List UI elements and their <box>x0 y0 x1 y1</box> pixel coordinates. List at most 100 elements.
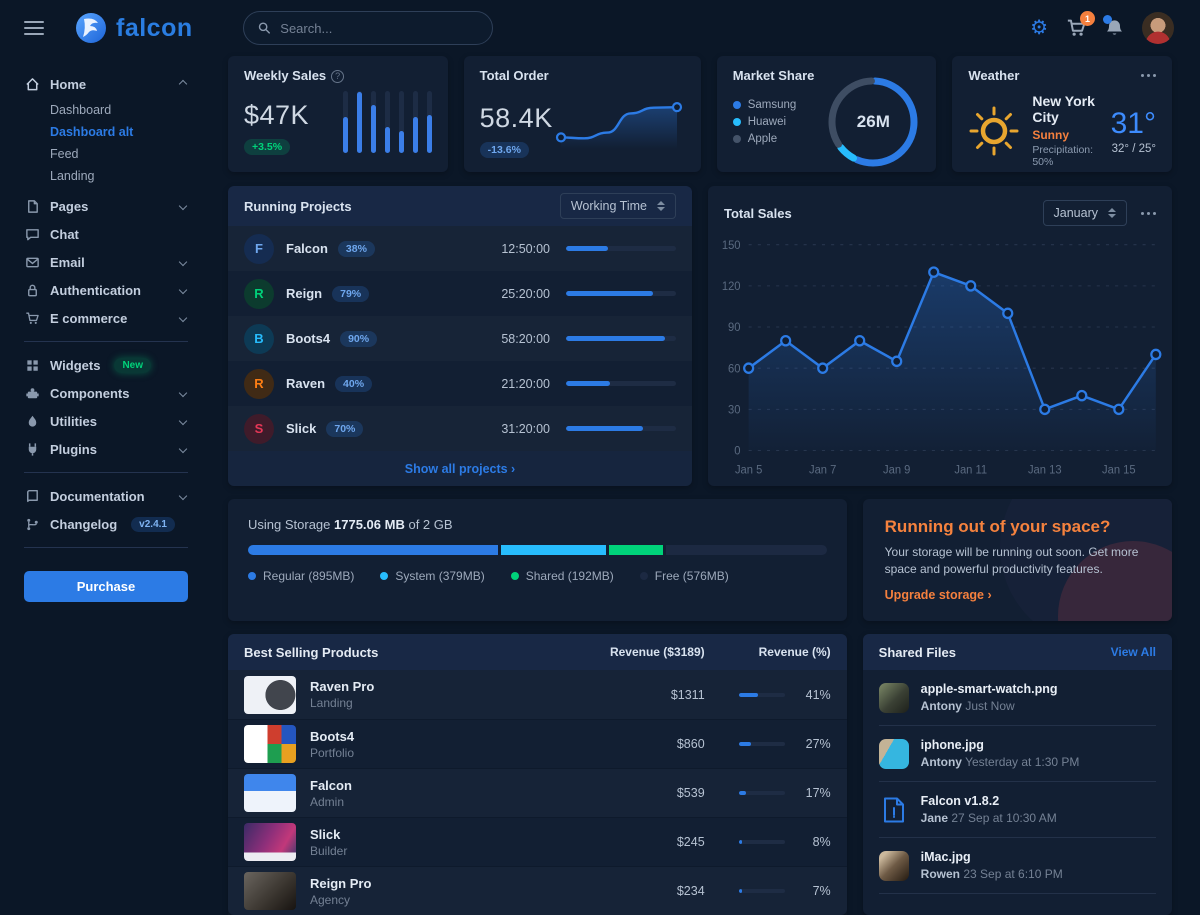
book-icon <box>24 489 40 504</box>
donut-center-label: 26M <box>826 75 920 169</box>
svg-text:Jan 5: Jan 5 <box>735 464 762 476</box>
sidebar-item-label: Documentation <box>50 489 145 504</box>
search-input[interactable] <box>278 20 477 37</box>
total-order-card: Total Order 58.4K -13.6% <box>464 56 701 172</box>
product-name[interactable]: Falcon <box>310 778 352 793</box>
sun-icon <box>968 105 1020 157</box>
search-bar[interactable] <box>243 11 493 45</box>
sidebar-item-landing[interactable]: Landing <box>50 166 188 186</box>
sidebar-divider <box>24 341 188 342</box>
file-name[interactable]: Falcon v1.8.2 <box>921 794 1057 808</box>
show-all-projects-link[interactable]: Show all projects › <box>405 462 515 476</box>
project-progress-bar <box>566 336 676 341</box>
version-badge: v2.4.1 <box>131 517 175 532</box>
list-item: Falcon v1.8.2 Jane 27 Sep at 10:30 AM <box>879 782 1156 838</box>
notifications-button[interactable] <box>1105 18 1124 38</box>
product-category[interactable]: Admin <box>310 795 352 809</box>
storage-progress-bar <box>248 545 827 555</box>
product-thumbnail <box>244 676 296 714</box>
info-icon[interactable]: ? <box>331 70 344 83</box>
legend-item: Shared (192MB) <box>511 569 614 583</box>
card-title: Total Sales <box>724 206 792 221</box>
shared-files-card: Shared Files View All apple-smart-watch.… <box>863 634 1172 915</box>
project-name[interactable]: Slick <box>286 421 316 436</box>
cta-title: Running out of your space? <box>885 517 1150 537</box>
search-icon <box>258 21 271 35</box>
sidebar-item-widgets[interactable]: Widgets New <box>24 351 188 379</box>
running-projects-card: Running Projects Working Time F Falcon38… <box>228 186 692 486</box>
project-name[interactable]: Falcon <box>286 241 328 256</box>
sidebar-item-pages[interactable]: Pages <box>24 192 188 220</box>
sidebar-item-email[interactable]: Email <box>24 248 188 276</box>
project-name[interactable]: Reign <box>286 286 322 301</box>
hamburger-menu-icon[interactable] <box>24 21 44 35</box>
file-name[interactable]: iMac.jpg <box>921 850 1063 864</box>
weekly-sales-badge: +3.5% <box>244 139 290 155</box>
sidebar-item-changelog[interactable]: Changelog v2.4.1 <box>24 510 188 538</box>
product-category[interactable]: Landing <box>310 696 374 710</box>
month-select[interactable]: January <box>1043 200 1127 226</box>
best-selling-products-card: Best Selling Products Revenue ($3189) Re… <box>228 634 847 915</box>
project-percent-badge: 38% <box>338 241 375 257</box>
storage-legend: Regular (895MB) System (379MB) Shared (1… <box>248 569 827 583</box>
sidebar-item-utilities[interactable]: Utilities <box>24 407 188 435</box>
product-name[interactable]: Raven Pro <box>310 679 374 694</box>
weather-precipitation: Precipitation: 50% <box>1032 144 1098 168</box>
card-menu-icon[interactable] <box>1141 208 1156 219</box>
file-name[interactable]: apple-smart-watch.png <box>921 682 1058 696</box>
product-name[interactable]: Slick <box>310 827 347 842</box>
file-name[interactable]: iphone.jpg <box>921 738 1080 752</box>
file-user: Jane <box>921 811 948 825</box>
chevron-down-icon <box>179 492 187 500</box>
product-category[interactable]: Portfolio <box>310 746 354 760</box>
brand-logo[interactable]: falcon <box>74 11 193 45</box>
working-time-select[interactable]: Working Time <box>560 193 676 219</box>
revenue-percent-bar <box>739 742 785 746</box>
file-user: Antony <box>921 755 962 769</box>
project-name[interactable]: Boots4 <box>286 331 330 346</box>
chevron-down-icon <box>179 389 187 397</box>
sidebar-item-authentication[interactable]: Authentication <box>24 276 188 304</box>
product-percent: 7% <box>785 884 831 898</box>
legend-item: Samsung <box>733 99 797 111</box>
table-row: Boots4 Portfolio $860 27% <box>228 719 847 768</box>
sidebar-item-label: Components <box>50 386 129 401</box>
purchase-button[interactable]: Purchase <box>24 571 188 602</box>
cart-count-badge: 1 <box>1080 11 1095 26</box>
product-revenue: $539 <box>555 786 705 800</box>
sidebar-item-home[interactable]: Home <box>24 70 188 98</box>
sidebar-item-plugins[interactable]: Plugins <box>24 435 188 463</box>
upgrade-storage-link[interactable]: Upgrade storage › <box>885 588 992 602</box>
storage-label: Using Storage <box>248 517 330 532</box>
product-category[interactable]: Builder <box>310 844 347 858</box>
sidebar-item-dashboard-alt[interactable]: Dashboard alt <box>50 122 188 142</box>
legend-label: System (379MB) <box>395 569 484 583</box>
sidebar-item-ecommerce[interactable]: E commerce <box>24 304 188 332</box>
cart-button[interactable]: 1 <box>1066 18 1087 38</box>
project-avatar: F <box>244 234 274 264</box>
legend-item: Regular (895MB) <box>248 569 354 583</box>
sidebar-item-dashboard[interactable]: Dashboard <box>50 100 188 120</box>
revenue-percent-bar <box>739 889 785 893</box>
chevron-down-icon <box>179 258 187 266</box>
product-name[interactable]: Reign Pro <box>310 876 371 891</box>
user-avatar[interactable] <box>1142 12 1174 44</box>
product-revenue: $234 <box>555 884 705 898</box>
card-menu-icon[interactable] <box>1141 70 1156 81</box>
project-name[interactable]: Raven <box>286 376 325 391</box>
sidebar-item-label: Authentication <box>50 283 141 298</box>
sidebar-item-chat[interactable]: Chat <box>24 220 188 248</box>
gear-icon[interactable]: ⚙ <box>1030 18 1048 38</box>
view-all-link[interactable]: View All <box>1111 645 1156 659</box>
storage-used: 1775.06 MB <box>334 517 405 532</box>
weather-condition: Sunny <box>1032 128 1098 142</box>
product-name[interactable]: Boots4 <box>310 729 354 744</box>
shopping-cart-icon <box>24 311 40 326</box>
product-table: Raven Pro Landing $1311 41% Boots4 Portf… <box>228 670 847 915</box>
list-item: iphone.jpg Antony Yesterday at 1:30 PM <box>879 726 1156 782</box>
table-row: Reign Pro Agency $234 7% <box>228 866 847 915</box>
weekly-sales-card: Weekly Sales? $47K +3.5% <box>228 56 448 172</box>
sidebar-item-documentation[interactable]: Documentation <box>24 482 188 510</box>
sidebar-item-components[interactable]: Components <box>24 379 188 407</box>
sidebar-item-feed[interactable]: Feed <box>50 144 188 164</box>
